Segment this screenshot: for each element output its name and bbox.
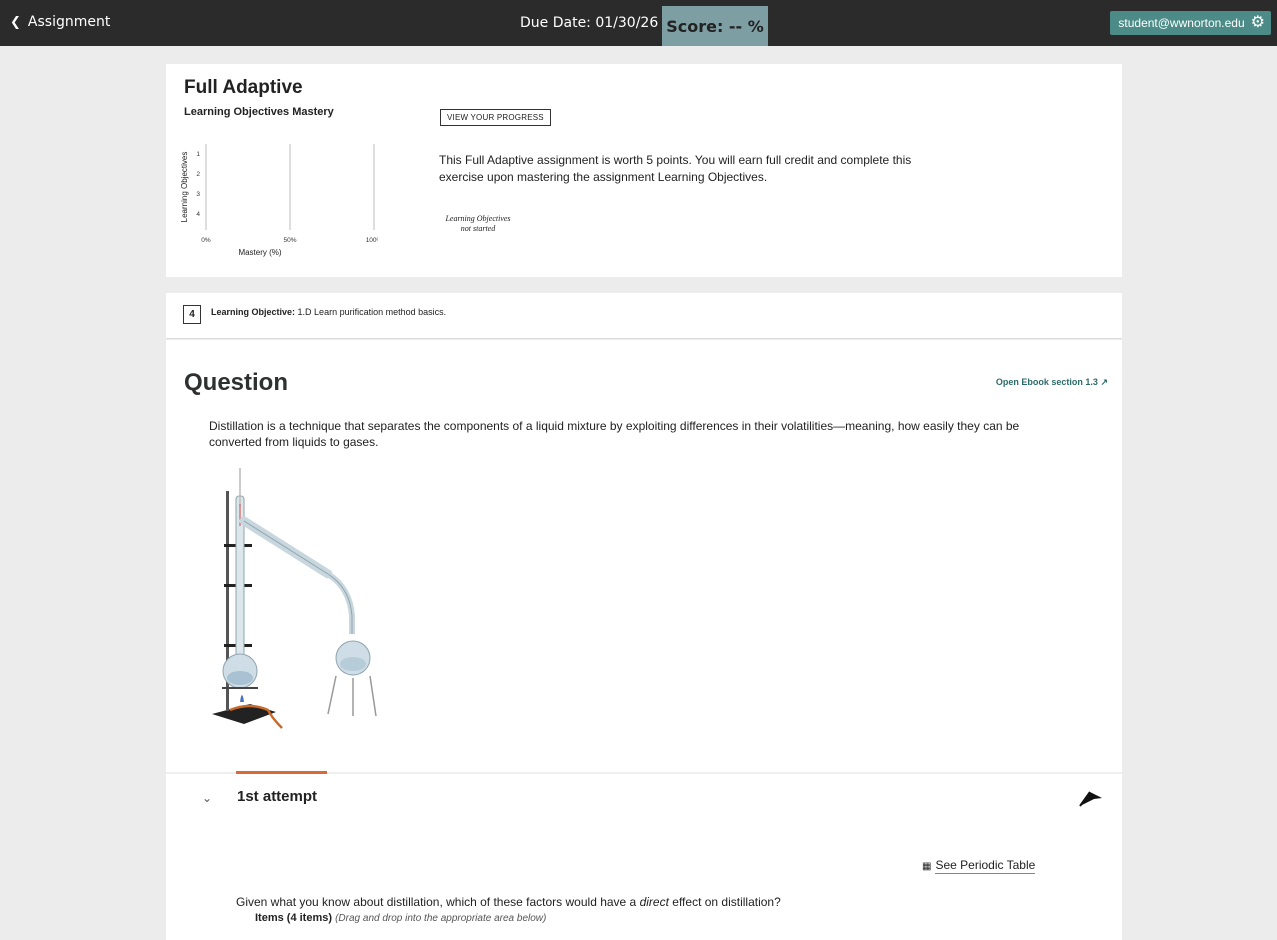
question-prompt: Given what you know about distillation, …: [236, 895, 781, 909]
attempt-tab-indicator: [236, 771, 327, 774]
assignment-description: This Full Adaptive assignment is worth 5…: [439, 153, 912, 184]
periodic-table-icon: ▦: [922, 860, 932, 872]
periodic-table-label: See Periodic Table: [935, 858, 1036, 874]
y-tick-label: 4: [196, 211, 200, 218]
external-link-icon: ↗: [1100, 377, 1108, 387]
items-header: Items (4 items) (Drag and drop into the …: [255, 912, 546, 924]
y-tick-label: 3: [196, 191, 200, 198]
x-tick-label: 100%: [366, 237, 378, 244]
back-to-assignment-link[interactable]: ❮ Assignment: [10, 14, 110, 30]
open-ebook-link[interactable]: Open Ebook section 1.3 ↗: [996, 377, 1108, 388]
objectives-status-line1: Learning Objectives: [445, 214, 511, 223]
chevron-down-icon[interactable]: ⌄: [202, 791, 212, 805]
learning-objective-bar: 4 Learning Objective: 1.D Learn purifica…: [166, 293, 1122, 339]
items-count: Items (4 items): [255, 912, 333, 924]
prompt-emphasis: direct: [639, 895, 669, 909]
view-progress-button[interactable]: VIEW YOUR PROGRESS: [440, 109, 551, 126]
items-hint: (Drag and drop into the appropriate area…: [335, 913, 547, 924]
y-tick-label: 2: [196, 171, 200, 178]
objective-description: 1.D Learn purification method basics.: [297, 307, 447, 317]
mastery-subtitle: Learning Objectives Mastery: [184, 106, 334, 118]
user-menu[interactable]: student@wwnorton.edu ⚙: [1110, 11, 1271, 35]
due-date: Due Date: 01/30/26: [520, 15, 659, 31]
question-title: Question: [184, 369, 289, 396]
question-card: Question Open Ebook section 1.3 ↗ Distil…: [166, 340, 1122, 940]
y-axis-label: Learning Objectives: [180, 152, 189, 223]
y-tick-label: 1: [196, 151, 200, 158]
back-label: Assignment: [27, 14, 111, 30]
x-axis-label: Mastery (%): [238, 248, 281, 257]
chevron-left-icon: ❮: [10, 14, 21, 30]
assignment-title: Full Adaptive: [184, 77, 303, 98]
prompt-after: effect on distillation?: [672, 895, 781, 909]
objective-label: Learning Objective:: [211, 307, 296, 317]
question-text: Distillation is a technique that separat…: [209, 419, 1020, 449]
distillation-apparatus-image: [212, 468, 377, 729]
x-tick-label: 50%: [283, 237, 296, 244]
attempt-label[interactable]: 1st attempt: [237, 788, 317, 805]
gear-icon: ⚙: [1250, 14, 1265, 31]
mastery-chart: 0% 50% 100% 1 2 3 4 Mastery (%) Learning Objecti…: [180, 144, 378, 257]
ebook-link-label: Open Ebook section 1.3: [995, 377, 1098, 387]
flag-icon[interactable]: [1078, 788, 1104, 808]
x-tick-label: 0%: [201, 237, 211, 244]
see-periodic-table-link[interactable]: ▦ See Periodic Table: [922, 858, 1036, 874]
objectives-status: Learning Objectives not started: [428, 214, 528, 234]
top-bar: ❮ Assignment Due Date: 01/30/26 Score: -…: [0, 0, 1277, 46]
objectives-status-line2: not started: [460, 224, 496, 233]
score-badge: Score: -- %: [662, 6, 768, 46]
assignment-summary-card: Full Adaptive Learning Objectives Master…: [166, 64, 1122, 277]
objective-number: 4: [183, 305, 201, 324]
user-email: student@wwnorton.edu: [1118, 16, 1245, 30]
objective-text: Learning Objective: 1.D Learn purificati…: [211, 307, 446, 317]
prompt-before: Given what you know about distillation, …: [236, 895, 637, 909]
